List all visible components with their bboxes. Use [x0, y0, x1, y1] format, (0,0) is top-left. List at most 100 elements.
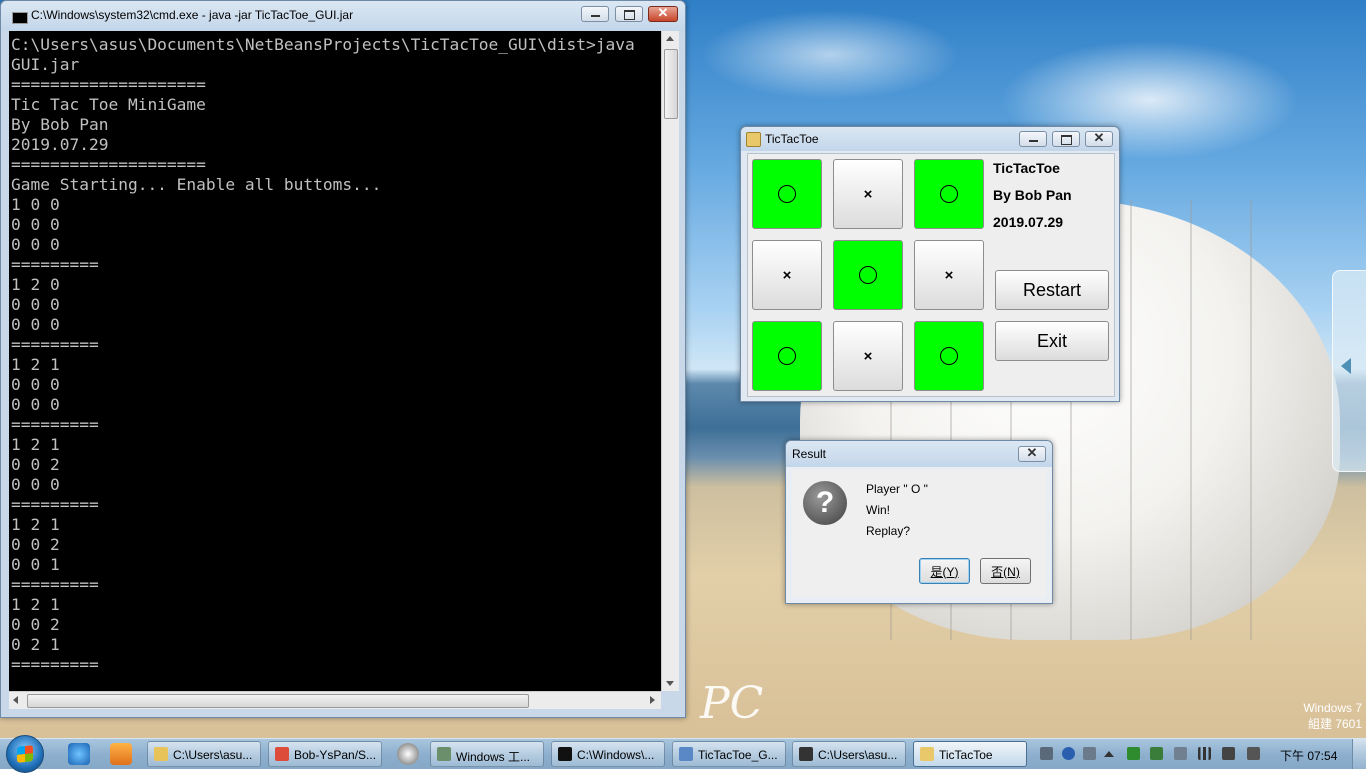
- taskbar-item-2[interactable]: Bob-YsPan/S...: [268, 741, 382, 767]
- taskbar: C:\Users\asu... Bob-YsPan/S... Windows 工..…: [0, 735, 1366, 773]
- exit-button[interactable]: Exit: [995, 321, 1109, 361]
- result-titlebar[interactable]: Result ✕: [786, 441, 1052, 467]
- message-player: Player " O ": [866, 482, 928, 496]
- cmd-icon[interactable]: [12, 12, 28, 24]
- board-cell-7[interactable]: [752, 321, 822, 391]
- clock[interactable]: 下午 07:54: [1280, 747, 1337, 764]
- minimize-icon: [591, 15, 600, 17]
- network-signal-icon[interactable]: [1198, 747, 1211, 760]
- windows-build-watermark: Windows 7 組建 7601: [1303, 700, 1362, 732]
- action-center-flag-icon[interactable]: [1222, 747, 1235, 760]
- cpu-monitor-icon[interactable]: [1127, 747, 1140, 760]
- board-cell-8[interactable]: ×: [833, 321, 903, 391]
- minimize-button[interactable]: [1019, 131, 1047, 147]
- close-icon: ✕: [1026, 445, 1038, 460]
- taskbar-item-label: TicTacToe_G...: [698, 748, 778, 762]
- board-cell-3[interactable]: [914, 159, 984, 229]
- board-cell-2[interactable]: ×: [833, 159, 903, 229]
- taskbar-item-3[interactable]: Windows 工...: [430, 741, 544, 767]
- battery-icon[interactable]: [1150, 747, 1163, 760]
- horizontal-scroll-thumb[interactable]: [27, 694, 529, 708]
- build-line-2: 組建 7601: [1307, 717, 1362, 731]
- restart-button[interactable]: Restart: [995, 270, 1109, 310]
- tictactoe-content: × × × × TicTacToe By Bob Pan 2019.07.29 Res…: [747, 153, 1115, 397]
- volume-icon[interactable]: [1247, 747, 1260, 760]
- maximize-button[interactable]: [1052, 131, 1080, 147]
- chrome-icon: [275, 747, 289, 761]
- scroll-up-icon[interactable]: [666, 36, 674, 41]
- o-mark-icon: [940, 185, 958, 203]
- media-player-icon[interactable]: [110, 743, 132, 765]
- message-replay: Replay?: [866, 524, 911, 538]
- app-panda-icon[interactable]: [397, 743, 419, 765]
- result-dialog: Result ✕ ? Player " O " Win! Replay? 是(Y…: [785, 440, 1053, 604]
- tictactoe-window: TicTacToe ✕ × × × × TicTacToe By Bob Pan 20…: [740, 126, 1120, 402]
- taskbar-item-1[interactable]: C:\Users\asu...: [147, 741, 261, 767]
- show-desktop-button[interactable]: [1352, 739, 1366, 769]
- cmd-window: C:\Windows\system32\cmd.exe - java -jar …: [0, 0, 686, 718]
- internet-explorer-icon[interactable]: [68, 743, 90, 765]
- board-cell-4[interactable]: ×: [752, 240, 822, 310]
- gadget-arrow-icon[interactable]: [1341, 358, 1351, 374]
- close-icon: ✕: [1093, 130, 1105, 145]
- start-button[interactable]: [6, 735, 44, 773]
- vertical-scrollbar[interactable]: [661, 31, 679, 691]
- tictactoe-title: TicTacToe: [765, 132, 819, 146]
- folder-icon: [154, 747, 168, 761]
- taskbar-item-label: C:\Users\asu...: [173, 748, 253, 762]
- question-icon: ?: [803, 481, 847, 525]
- minimize-icon: [1029, 140, 1038, 142]
- x-mark: ×: [944, 266, 954, 284]
- build-line-1: Windows 7: [1303, 701, 1362, 715]
- taskbar-item-label: TicTacToe: [939, 748, 993, 762]
- x-mark: ×: [782, 266, 792, 284]
- help-icon[interactable]: [1062, 747, 1075, 760]
- scroll-down-icon[interactable]: [666, 681, 674, 686]
- taskbar-item-label: C:\Windows\...: [577, 748, 655, 762]
- netbeans-icon: [679, 747, 693, 761]
- taskbar-item-7[interactable]: TicTacToe: [913, 741, 1027, 767]
- board-cell-1[interactable]: [752, 159, 822, 229]
- yes-label: 是(Y): [930, 564, 959, 579]
- maximize-icon: [624, 10, 635, 20]
- horizontal-scrollbar[interactable]: [9, 691, 661, 709]
- taskbar-item-label: Windows 工...: [456, 750, 531, 764]
- close-button[interactable]: ✕: [648, 5, 678, 22]
- taskbar-item-4[interactable]: C:\Windows\...: [551, 741, 665, 767]
- scroll-left-icon[interactable]: [13, 696, 18, 704]
- no-label: 否(N): [991, 564, 1020, 579]
- usb-icon[interactable]: [1174, 747, 1187, 760]
- info-title: TicTacToe: [993, 160, 1060, 176]
- message-win: Win!: [866, 503, 890, 517]
- cmd-icon: [558, 747, 572, 761]
- o-mark-icon: [778, 347, 796, 365]
- console-output-area[interactable]: C:\Users\asus\Documents\NetBeansProjects…: [9, 31, 661, 691]
- language-icon[interactable]: [1083, 747, 1096, 760]
- close-button[interactable]: ✕: [1085, 130, 1113, 147]
- yes-button[interactable]: 是(Y): [919, 558, 970, 584]
- tictactoe-titlebar[interactable]: TicTacToe ✕: [741, 127, 1119, 151]
- taskbar-item-6[interactable]: C:\Users\asu...: [792, 741, 906, 767]
- info-date: 2019.07.29: [993, 214, 1064, 230]
- minimize-button[interactable]: [581, 6, 609, 22]
- o-mark-icon: [859, 266, 877, 284]
- board-cell-9[interactable]: [914, 321, 984, 391]
- no-button[interactable]: 否(N): [980, 558, 1031, 584]
- close-button[interactable]: ✕: [1018, 445, 1046, 462]
- taskbar-item-label: C:\Users\asu...: [818, 748, 898, 762]
- scroll-right-icon[interactable]: [650, 696, 655, 704]
- result-title: Result: [792, 447, 827, 461]
- cloud-decoration: [700, 10, 960, 100]
- maximize-button[interactable]: [615, 6, 643, 22]
- 7zip-icon: [799, 747, 813, 761]
- vertical-scroll-thumb[interactable]: [664, 49, 678, 119]
- board-cell-5[interactable]: [833, 240, 903, 310]
- windows-logo-icon: [17, 745, 33, 763]
- taskbar-item-5[interactable]: TicTacToe_G...: [672, 741, 786, 767]
- java-app-icon[interactable]: [746, 132, 761, 147]
- keyboard-icon[interactable]: [1040, 747, 1053, 760]
- board-cell-6[interactable]: ×: [914, 240, 984, 310]
- cmd-titlebar[interactable]: C:\Windows\system32\cmd.exe - java -jar …: [1, 1, 685, 31]
- show-hidden-icons-icon[interactable]: [1104, 751, 1114, 757]
- taskbar-item-label: Bob-YsPan/S...: [294, 748, 377, 762]
